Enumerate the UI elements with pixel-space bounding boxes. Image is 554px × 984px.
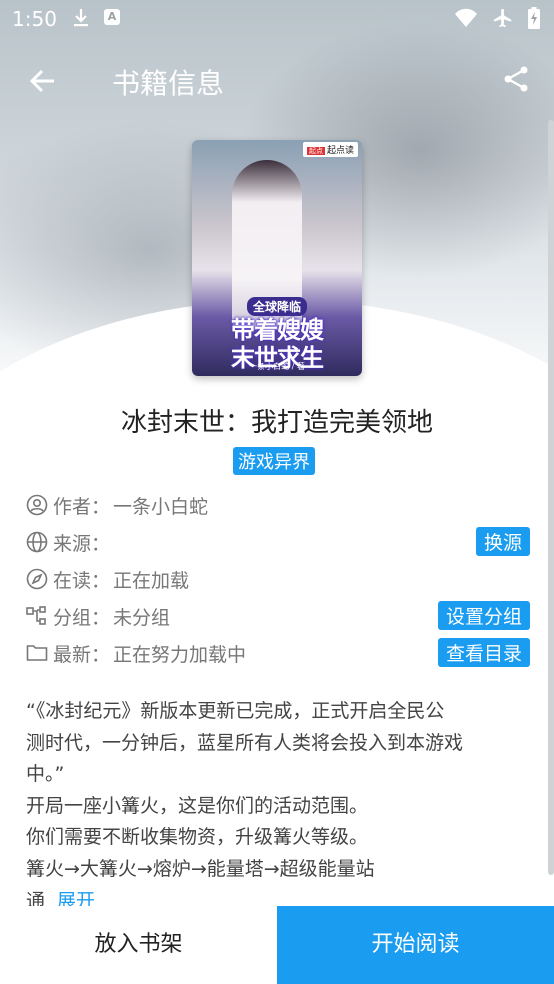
genre-tag: 游戏异界: [233, 447, 315, 475]
author-value: 一条小白蛇: [113, 496, 209, 518]
cover-author: 一条小白蛇 / 著: [249, 362, 305, 371]
page-title: 书籍信息: [112, 67, 225, 100]
view-catalog-button[interactable]: 查看目录: [437, 638, 530, 667]
cover-title-line1: 带着嫂嫂: [231, 316, 324, 344]
book-cover: 起点 起点读 全球降临 带着嫂嫂 末世求生 一条小白蛇 / 著: [192, 140, 362, 376]
set-group-button[interactable]: 设置分组: [437, 601, 530, 630]
info-row-author: 作者： 一条小白蛇: [26, 488, 530, 520]
change-source-button[interactable]: 换源: [475, 527, 530, 556]
folder-icon: [26, 642, 48, 664]
reading-value: 正在加载: [113, 570, 190, 592]
share-icon[interactable]: [502, 64, 532, 94]
scrollbar[interactable]: [548, 120, 554, 875]
battery-charging-icon: [528, 7, 540, 33]
user-circle-icon: [26, 494, 48, 516]
app-bar: 书籍信息: [0, 50, 554, 110]
airplane-icon: [492, 7, 514, 33]
cover-brand-badge: 起点 起点读: [302, 142, 358, 157]
group-icon: [26, 605, 48, 627]
group-value: 未分组: [113, 607, 171, 629]
info-row-group: 分组： 未分组 设置分组: [26, 599, 530, 631]
add-to-shelf-button[interactable]: 放入书架: [0, 906, 277, 984]
info-row-reading: 在读： 正在加载: [26, 562, 530, 594]
status-time: 1:50: [12, 7, 57, 31]
globe-icon: [26, 531, 48, 553]
compass-icon: [26, 568, 48, 590]
latest-value: 正在努力加载中: [113, 644, 247, 666]
info-row-latest: 最新： 正在努力加载中 查看目录: [26, 636, 530, 668]
start-reading-button[interactable]: 开始阅读: [277, 906, 554, 984]
book-title: 冰封末世：我打造完美领地: [120, 408, 433, 438]
a-notification-icon: A: [104, 9, 120, 25]
info-row-source: 来源： 换源: [26, 525, 530, 557]
cover-banner-top: 全球降临: [246, 297, 307, 316]
status-bar: 1:50 A: [0, 0, 554, 38]
bottom-action-bar: 放入书架 开始阅读: [0, 906, 554, 984]
book-intro: “《冰封纪元》新版本更新已完成，正式开启全民公 测时代，一分钟后，蓝星所有人类将…: [26, 700, 464, 912]
arrow-left-icon[interactable]: [26, 64, 60, 98]
download-icon: [72, 8, 90, 32]
wifi-icon: [454, 8, 478, 32]
